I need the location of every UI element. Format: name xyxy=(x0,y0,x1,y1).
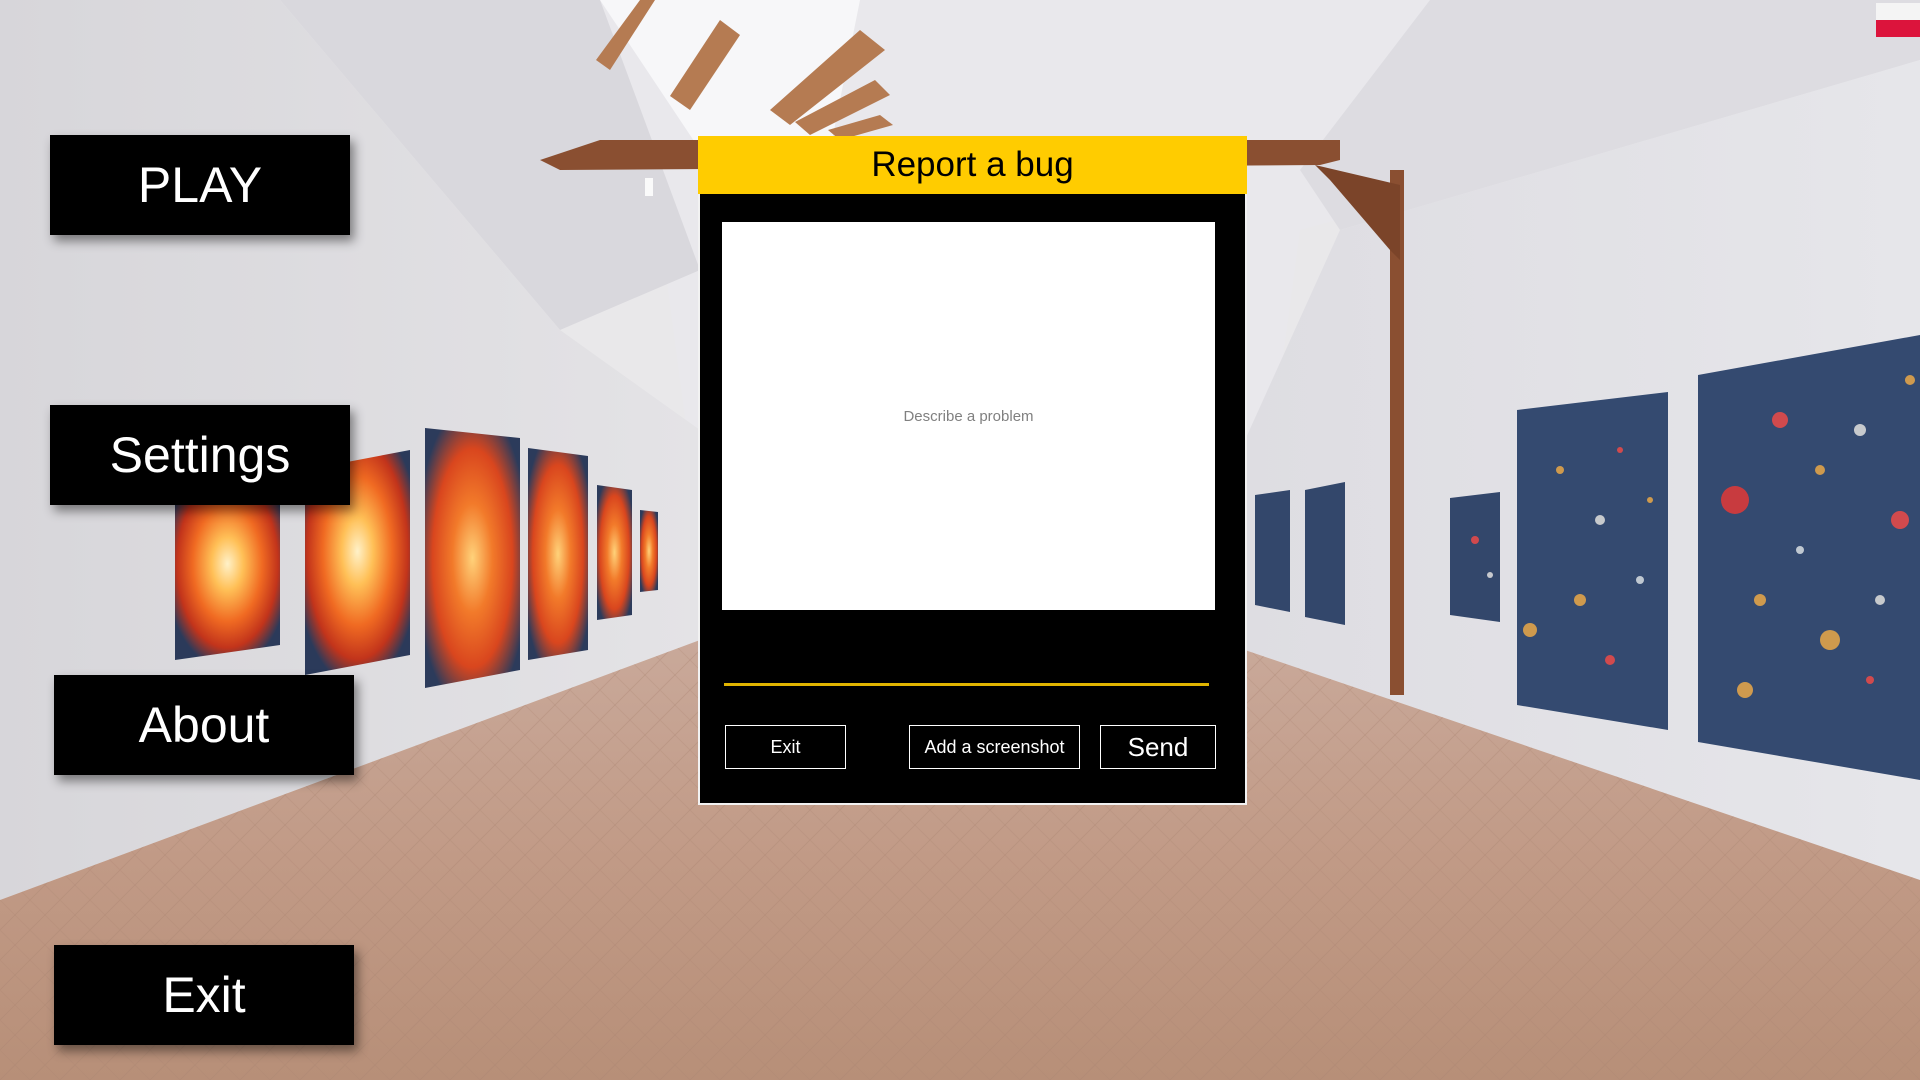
problem-description-input[interactable] xyxy=(722,222,1215,610)
add-screenshot-button[interactable]: Add a screenshot xyxy=(909,725,1080,769)
send-button[interactable]: Send xyxy=(1100,725,1216,769)
about-button[interactable]: About xyxy=(54,675,354,775)
dialog-exit-button[interactable]: Exit xyxy=(725,725,846,769)
exit-button[interactable]: Exit xyxy=(54,945,354,1045)
flag-red-stripe xyxy=(1876,20,1920,37)
play-button[interactable]: PLAY xyxy=(50,135,350,235)
divider-line xyxy=(724,683,1209,686)
flag-poland-icon[interactable] xyxy=(1876,3,1920,37)
bug-report-dialog: Report a bug Describe a problem Exit Add… xyxy=(698,136,1247,805)
flag-white-stripe xyxy=(1876,3,1920,20)
settings-button[interactable]: Settings xyxy=(50,405,350,505)
dialog-title: Report a bug xyxy=(698,136,1247,194)
